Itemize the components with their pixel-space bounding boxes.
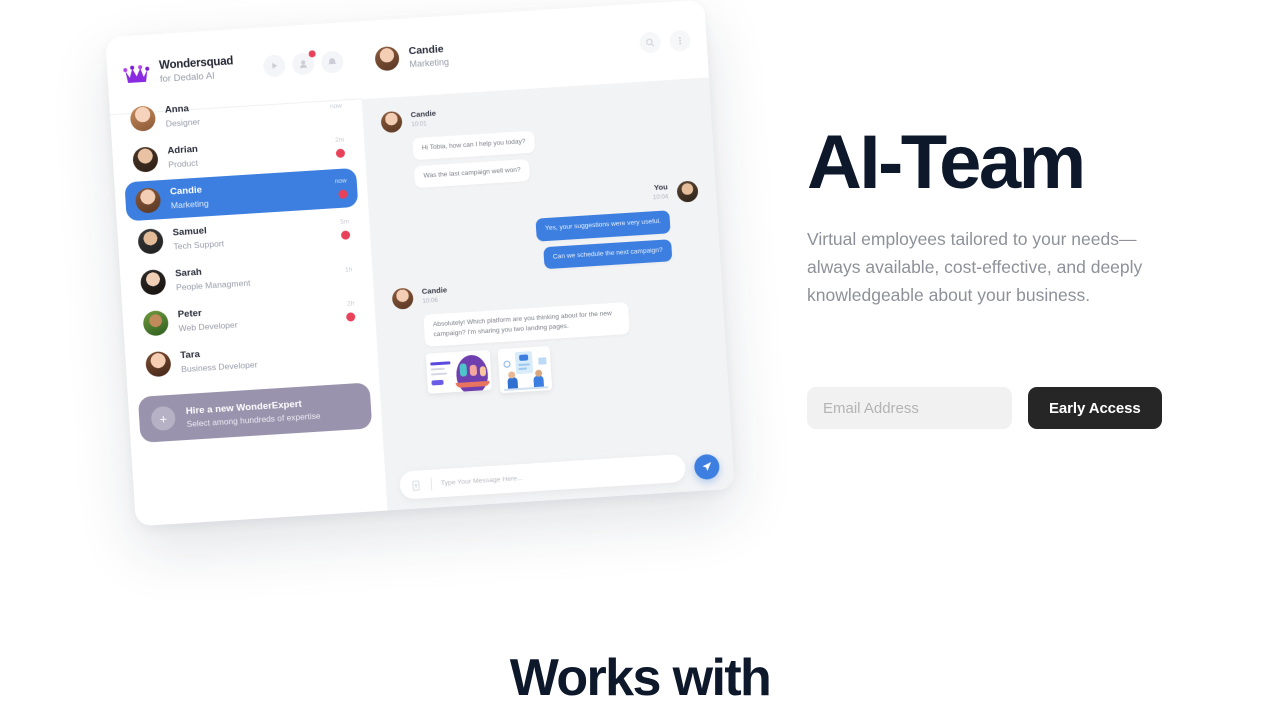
bell-icon[interactable]	[320, 49, 344, 74]
contact-list: Anna Designer now Adrian Product 2m Cand…	[109, 77, 379, 385]
chat-contact-role: Marketing	[409, 56, 450, 70]
signup-form: Early Access	[807, 387, 1162, 429]
app-sidebar: Wondersquad for Dedalo AI Anna Designer …	[105, 21, 388, 527]
contact-time: 2h	[346, 300, 355, 308]
unread-dot	[338, 189, 348, 199]
avatar	[139, 269, 167, 296]
message-time: 10:06	[422, 296, 439, 305]
contact-name: Candie	[169, 184, 203, 198]
chat-panel: Candie Marketing Candie 10:01 Hi Tobia, …	[356, 0, 735, 511]
notification-badge	[308, 49, 316, 58]
contact-time: 1h	[344, 266, 353, 274]
unread-dot	[335, 148, 346, 159]
contact-role: People Managment	[175, 277, 251, 293]
contact-role: Product	[168, 157, 199, 170]
sidebar-header-actions	[262, 49, 344, 77]
contact-name: Adrian	[167, 143, 199, 157]
message-time: 10:01	[411, 120, 427, 129]
landing-page: Wondersquad for Dedalo AI Anna Designer …	[0, 0, 1280, 720]
send-icon[interactable]	[693, 453, 721, 480]
search-icon[interactable]	[638, 30, 662, 54]
attachment-card[interactable]	[497, 346, 553, 394]
contact-name: Anna	[164, 103, 190, 116]
hire-expert-card[interactable]: + Hire a new WonderExpert Select among h…	[137, 382, 373, 443]
chat-header-actions	[638, 29, 692, 54]
message-bubble: Absolutely! Which platform are you think…	[423, 301, 630, 348]
avatar	[676, 180, 699, 204]
play-icon[interactable]	[262, 53, 286, 77]
contact-role: Business Developer	[180, 359, 258, 375]
contact-time: 5m	[340, 218, 350, 226]
avatar	[374, 45, 400, 72]
plus-icon: +	[150, 405, 176, 432]
brand-block: Wondersquad for Dedalo AI	[159, 55, 235, 85]
message-bubble: Can we schedule the next campaign?	[543, 238, 673, 270]
attachment-icon[interactable]	[410, 478, 423, 491]
contact-time: now	[329, 102, 343, 111]
unread-dot	[345, 312, 356, 322]
hero-copy: AI-Team Virtual employees tailored to yo…	[807, 125, 1187, 309]
early-access-button[interactable]: Early Access	[1028, 387, 1162, 429]
contact-role: Designer	[165, 116, 201, 129]
app-window: Wondersquad for Dedalo AI Anna Designer …	[105, 0, 735, 527]
contact-time: 2m	[334, 136, 345, 145]
contact-role: Tech Support	[173, 238, 225, 252]
avatar	[142, 309, 170, 337]
email-field[interactable]	[807, 387, 1012, 429]
message-sender: You	[653, 182, 669, 193]
message-input[interactable]: Type Your Message Here...	[399, 453, 687, 500]
attachment-card[interactable]	[425, 350, 493, 395]
message-composer: Type Your Message Here...	[399, 452, 721, 500]
app-mockup: Wondersquad for Dedalo AI Anna Designer …	[105, 0, 735, 527]
message-group: Candie 10:06 Absolutely! Which platform …	[391, 269, 710, 400]
contact-name: Samuel	[172, 225, 208, 239]
avatar	[137, 228, 164, 255]
avatar	[145, 350, 172, 378]
person-icon[interactable]	[291, 49, 316, 76]
contact-role: Web Developer	[178, 319, 238, 334]
contact-time: now	[334, 177, 347, 186]
message-sender: Candie	[410, 108, 437, 120]
chat-contact-name: Candie	[408, 43, 445, 58]
avatar	[391, 287, 414, 310]
contact-role: Marketing	[170, 198, 209, 211]
message-group: You 10:04 Yes, your suggestions were ver…	[386, 180, 702, 279]
page-title: AI-Team	[807, 120, 1086, 205]
message-time: 10:04	[652, 193, 669, 202]
message-bubble: Was the last campaign well won?	[413, 159, 531, 189]
more-vertical-icon[interactable]	[668, 29, 692, 52]
message-sender: Candie	[421, 285, 448, 296]
message-attachments	[425, 336, 710, 398]
brand-subtitle: for Dedalo AI	[159, 70, 216, 85]
hero-subtitle: Virtual employees tailored to your needs…	[807, 229, 1143, 305]
works-with-heading: Works with	[509, 649, 772, 707]
unread-dot	[340, 230, 351, 240]
avatar	[134, 187, 162, 214]
avatar	[129, 105, 157, 132]
contact-name: Peter	[177, 307, 203, 321]
message-group: Candie 10:01 Hi Tobia, how can I help yo…	[380, 93, 696, 191]
message-thread: Candie 10:01 Hi Tobia, how can I help yo…	[361, 77, 735, 511]
message-input-placeholder: Type Your Message Here...	[440, 474, 523, 487]
message-bubble: Hi Tobia, how can I help you today?	[412, 130, 536, 161]
avatar	[132, 146, 159, 173]
crown-icon	[123, 63, 150, 85]
message-bubble: Yes, your suggestions were very useful.	[535, 210, 671, 242]
avatar	[380, 110, 403, 134]
